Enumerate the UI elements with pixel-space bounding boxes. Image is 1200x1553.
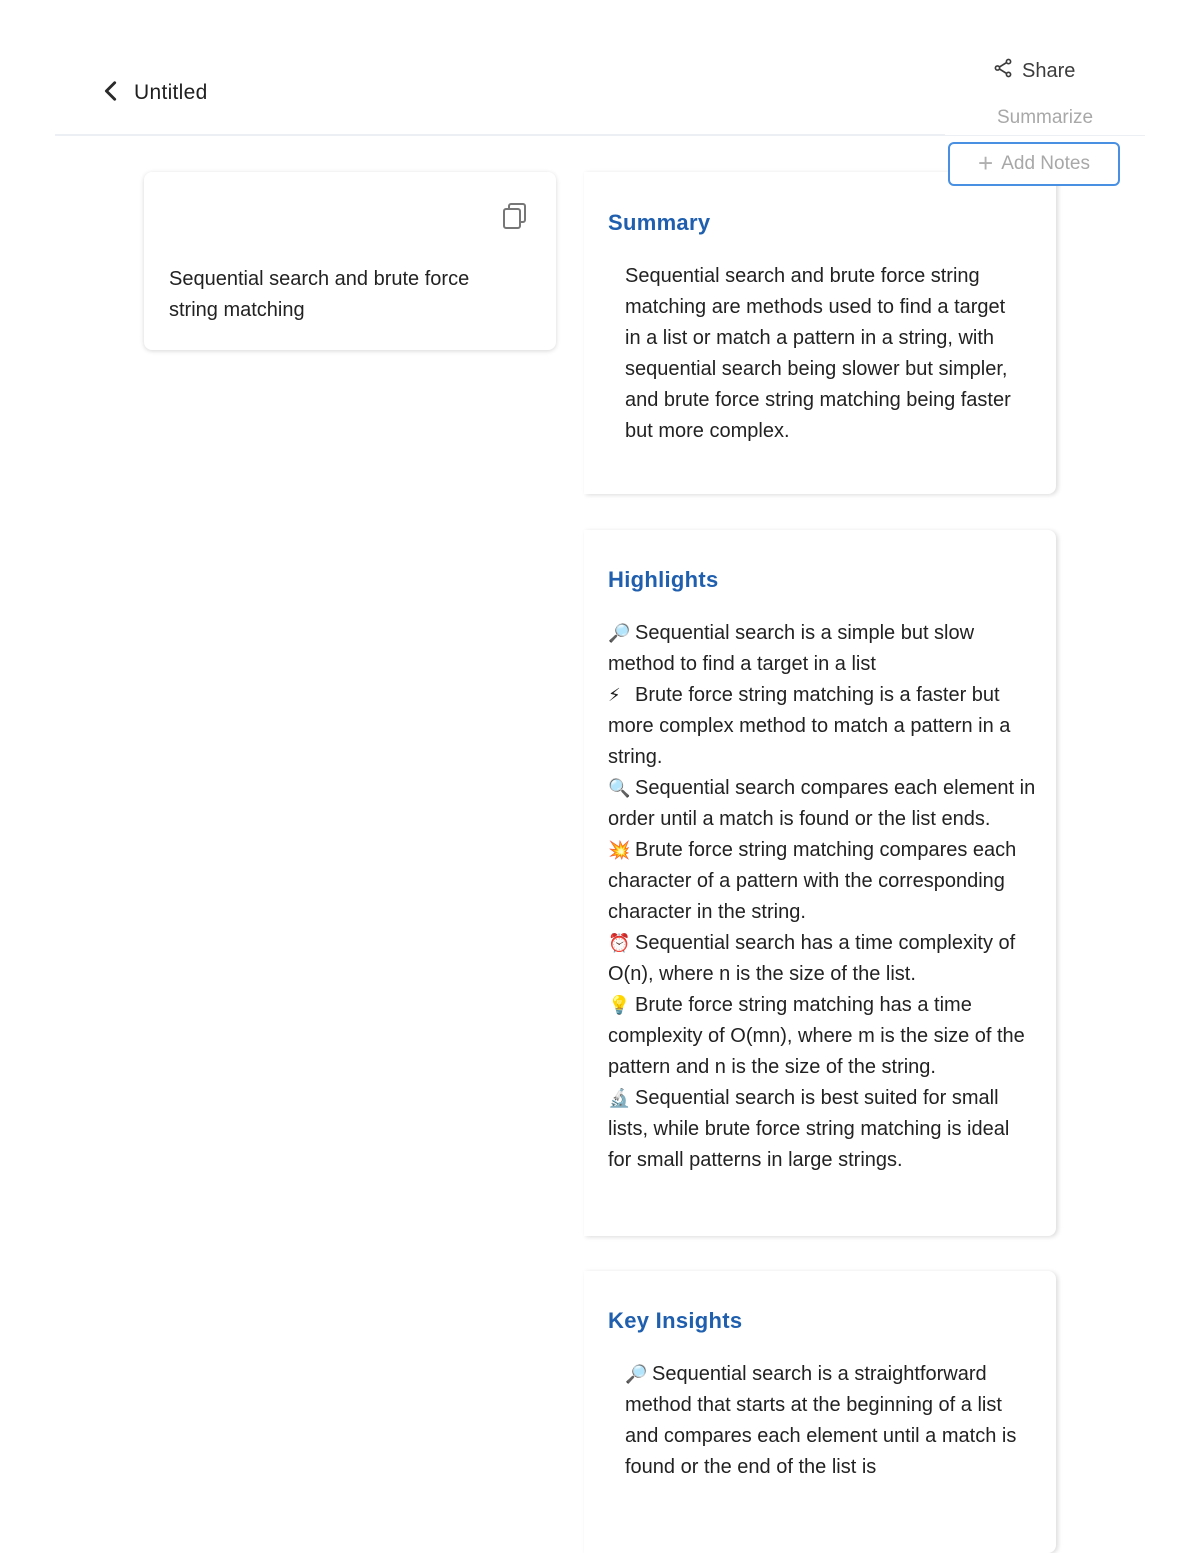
key-insights-title: Key Insights — [608, 1308, 743, 1333]
highlights-card: Highlights 🔎 Sequential search is a simpl… — [584, 530, 1056, 1236]
search-icon: 🔍 — [608, 778, 631, 799]
alarm-clock-icon: ⏰ — [608, 933, 631, 954]
summary-card: Summary Sequential search and brute forc… — [584, 172, 1056, 494]
summarize-button[interactable]: Summarize — [945, 101, 1145, 135]
share-icon — [992, 57, 1014, 85]
list-item: ⚡ Brute force string matching is a faster… — [608, 680, 1038, 773]
magnifier-icon: 🔎 — [625, 1364, 648, 1385]
copy-icon[interactable] — [502, 202, 528, 230]
chevron-left-icon — [100, 80, 122, 107]
plus-icon: + — [978, 147, 994, 178]
list-item: 💡 Brute force string matching has a time … — [608, 990, 1038, 1083]
list-item: 🔎 Sequential search is a simple but slow … — [608, 618, 1038, 680]
magnifier-icon: 🔎 — [608, 623, 631, 644]
add-notes-button[interactable]: + Add Notes — [948, 142, 1120, 186]
list-item: 🔎 Sequential search is a straightforward … — [625, 1359, 1025, 1483]
list-item: 🔍 Sequential search compares each element… — [608, 773, 1038, 835]
back-button[interactable]: Untitled — [100, 78, 208, 108]
summary-text: Sequential search and brute force string… — [625, 265, 1011, 442]
share-button[interactable]: Share — [992, 56, 1075, 86]
highlights-list: 🔎 Sequential search is a simple but slow … — [608, 618, 1038, 1176]
highlights-title: Highlights — [608, 567, 719, 592]
add-notes-label: Add Notes — [1001, 153, 1090, 174]
light-bulb-icon: 💡 — [608, 995, 631, 1016]
share-label: Share — [1022, 59, 1076, 82]
lightning-icon: ⚡ — [608, 685, 621, 706]
note-card: Sequential search and brute force string… — [144, 172, 556, 350]
key-insights-list: 🔎 Sequential search is a straightforward … — [625, 1359, 1025, 1483]
list-item: ⏰ Sequential search has a time complexity… — [608, 928, 1038, 990]
list-item: 💥 Brute force string matching compares ea… — [608, 835, 1038, 928]
microscope-icon: 🔬 — [608, 1088, 631, 1109]
document-title: Untitled — [134, 81, 208, 104]
key-insights-card: Key Insights 🔎 Sequential search is a str… — [584, 1271, 1056, 1553]
collision-icon: 💥 — [608, 840, 631, 861]
list-item: 🔬 Sequential search is best suited for sm… — [608, 1083, 1038, 1176]
note-text: Sequential search and brute force string… — [169, 268, 470, 321]
summary-title: Summary — [608, 210, 711, 235]
